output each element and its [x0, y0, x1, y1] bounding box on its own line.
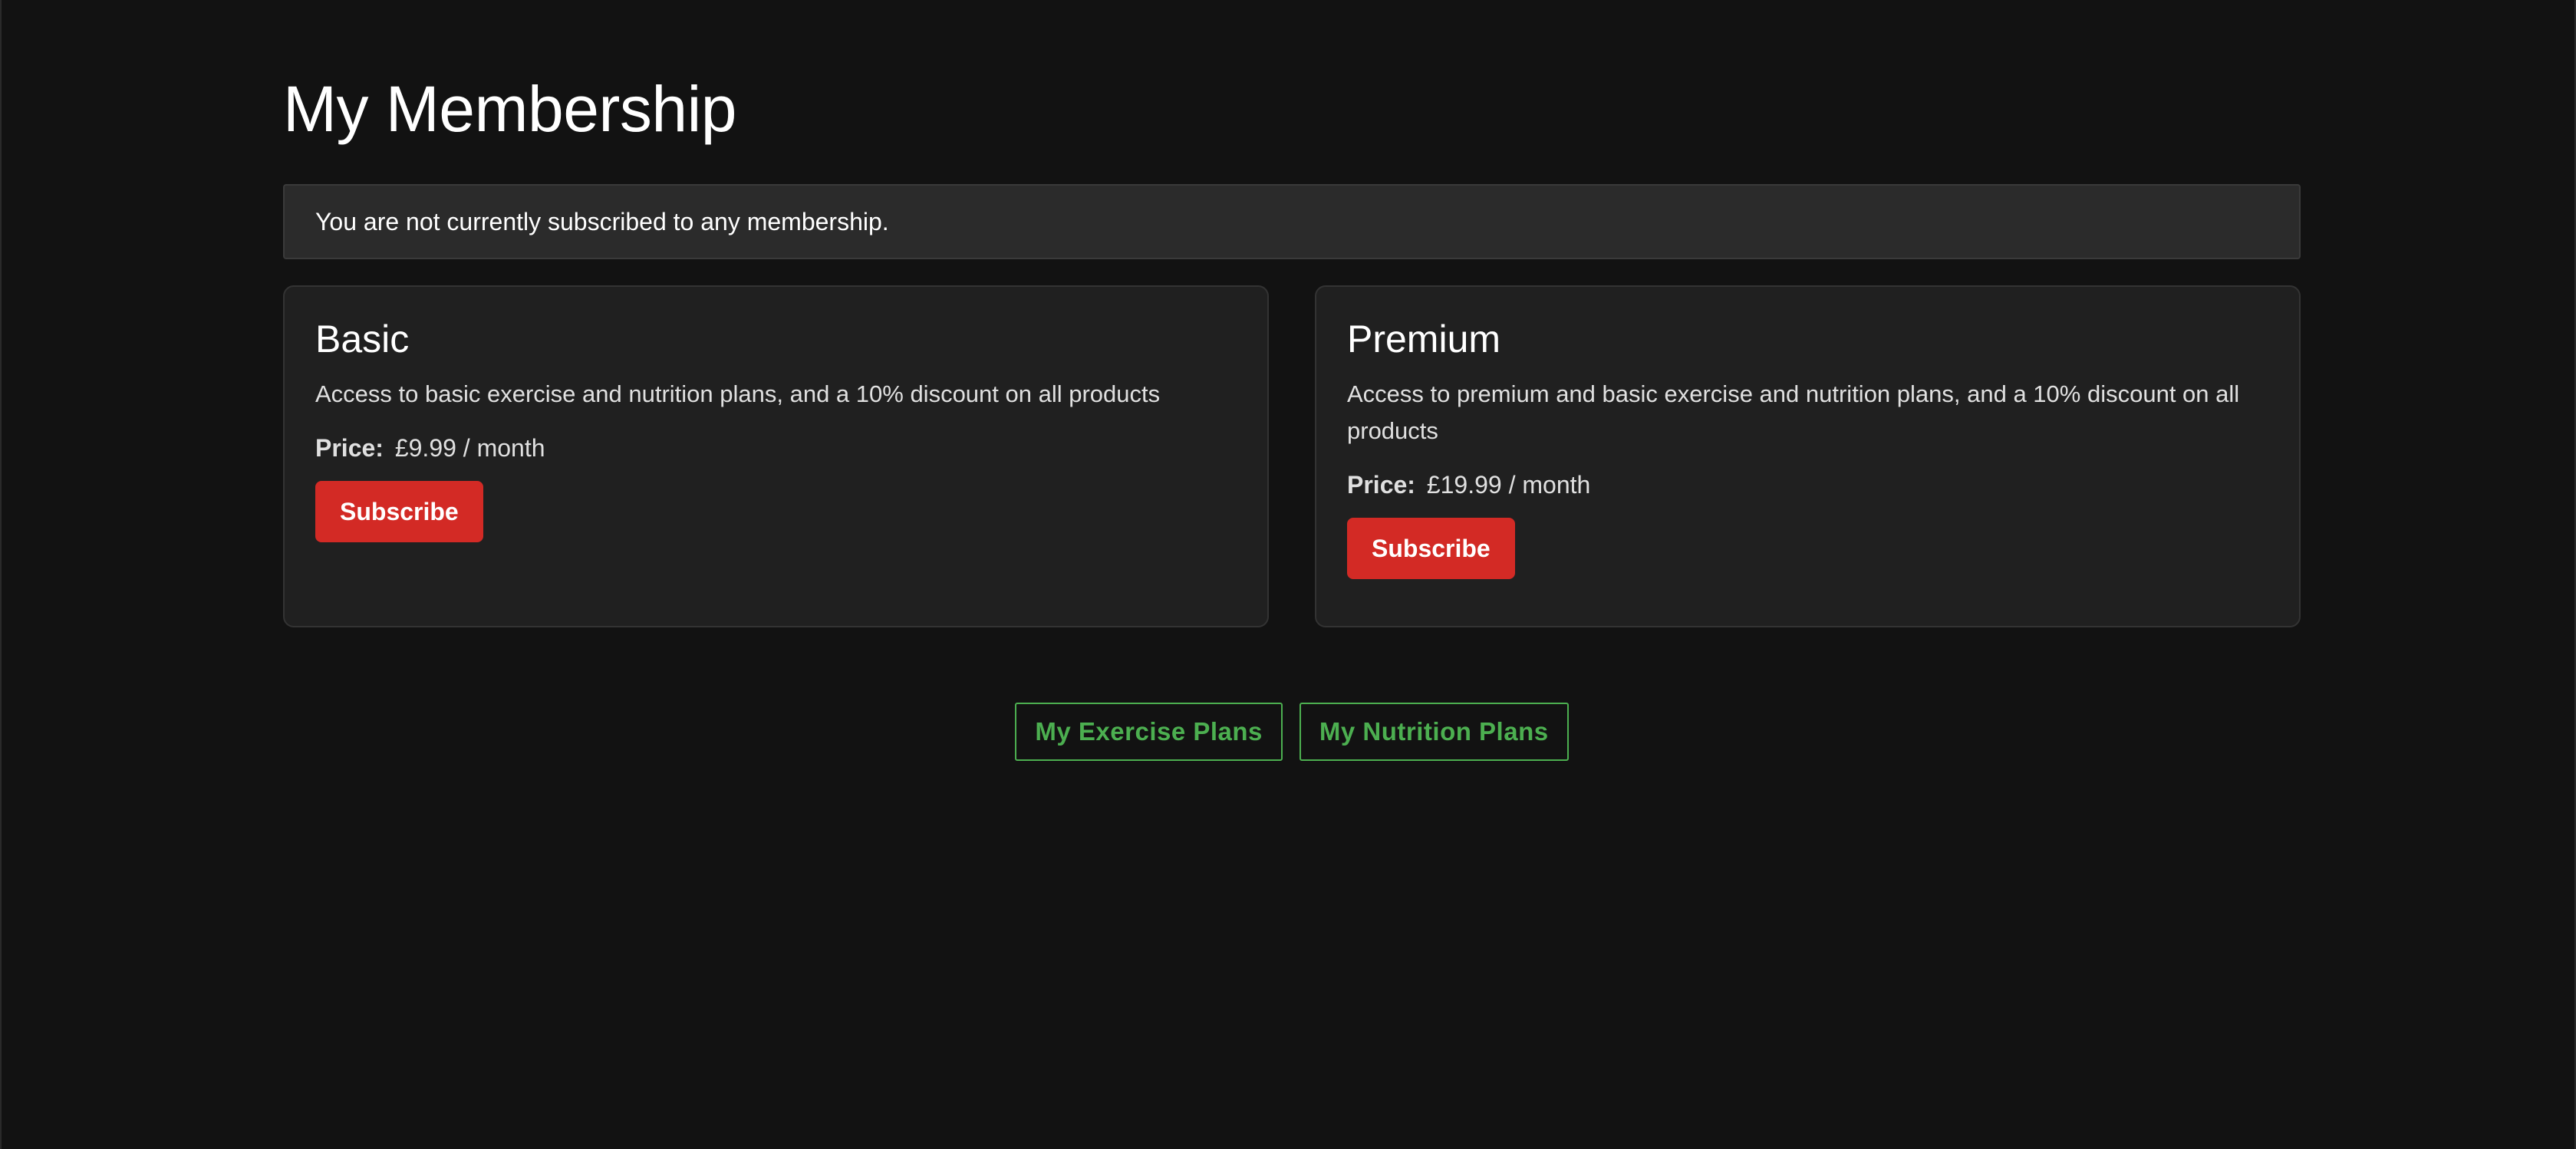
- plan-name: Premium: [1347, 318, 1501, 361]
- membership-status-text: You are not currently subscribed to any …: [315, 207, 889, 235]
- subscribe-basic-button[interactable]: Subscribe: [315, 481, 483, 542]
- my-exercise-plans-button[interactable]: My Exercise Plans: [1015, 703, 1283, 761]
- membership-plans: Basic Access to basic exercise and nutri…: [283, 285, 2301, 627]
- page-title: My Membership: [283, 73, 736, 145]
- plan-description: Access to premium and basic exercise and…: [1347, 380, 2240, 444]
- plan-price: Price: £9.99 / month: [315, 434, 1237, 463]
- plan-name: Basic: [315, 318, 410, 361]
- my-nutrition-plans-button[interactable]: My Nutrition Plans: [1299, 703, 1569, 761]
- plan-card-basic: Basic Access to basic exercise and nutri…: [283, 285, 1269, 627]
- price-value: £19.99 / month: [1426, 471, 1591, 499]
- page: My Membership You are not currently subs…: [0, 0, 2576, 1149]
- plan-description: Access to basic exercise and nutrition p…: [315, 380, 1161, 407]
- price-value: £9.99 / month: [394, 434, 545, 462]
- plan-card-premium: Premium Access to premium and basic exer…: [1315, 285, 2301, 627]
- price-label: Price:: [315, 434, 384, 462]
- membership-status-notice: You are not currently subscribed to any …: [283, 184, 2301, 259]
- plan-price: Price: £19.99 / month: [1347, 471, 2268, 499]
- price-label: Price:: [1347, 471, 1415, 499]
- plan-navigation: My Exercise Plans My Nutrition Plans: [283, 703, 2301, 761]
- subscribe-premium-button[interactable]: Subscribe: [1347, 518, 1515, 579]
